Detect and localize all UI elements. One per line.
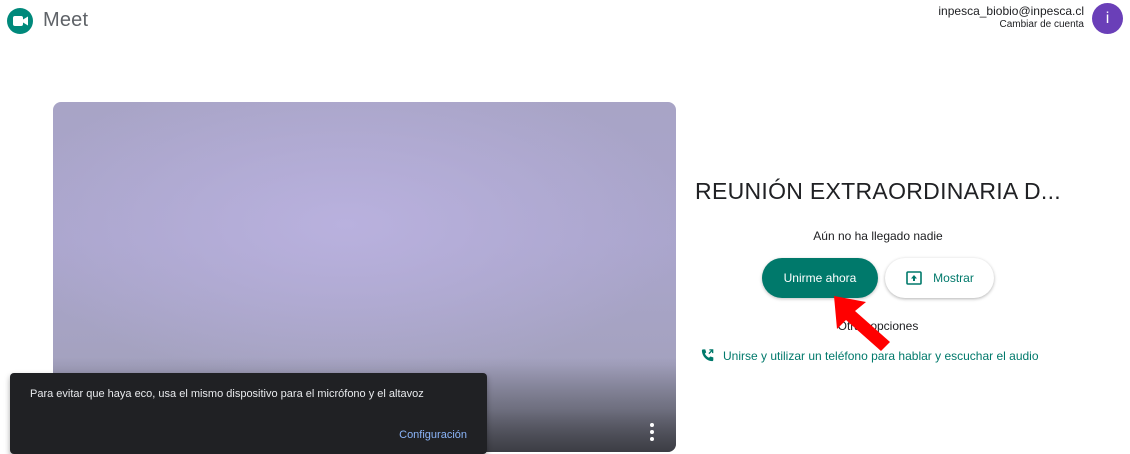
present-label: Mostrar <box>933 271 974 285</box>
present-screen-icon <box>906 271 922 285</box>
account-info: inpesca_biobio@inpesca.cl Cambiar de cue… <box>938 5 1084 31</box>
echo-warning-toast: Para evitar que haya eco, usa el mismo d… <box>10 373 487 454</box>
settings-link[interactable]: Configuración <box>399 429 467 441</box>
toast-message: Para evitar que haya eco, usa el mismo d… <box>30 388 424 400</box>
phone-icon <box>701 349 714 362</box>
meet-logo-icon <box>7 8 33 34</box>
red-arrow-annotation-icon <box>834 296 890 351</box>
account-email: inpesca_biobio@inpesca.cl <box>938 4 1084 18</box>
more-options-button[interactable] <box>640 420 664 444</box>
present-button[interactable]: Mostrar <box>885 258 994 298</box>
participants-status: Aún no ha llegado nadie <box>813 229 943 243</box>
switch-account-link[interactable]: Cambiar de cuenta <box>938 18 1085 31</box>
more-vert-icon <box>650 423 654 427</box>
meeting-title: REUNIÓN EXTRAORDINARIA D... <box>695 178 1061 204</box>
meet-lobby-page: Meet inpesca_biobio@inpesca.cl Cambiar d… <box>0 0 1130 454</box>
app-name: Meet <box>43 9 89 31</box>
avatar[interactable]: i <box>1092 3 1123 34</box>
